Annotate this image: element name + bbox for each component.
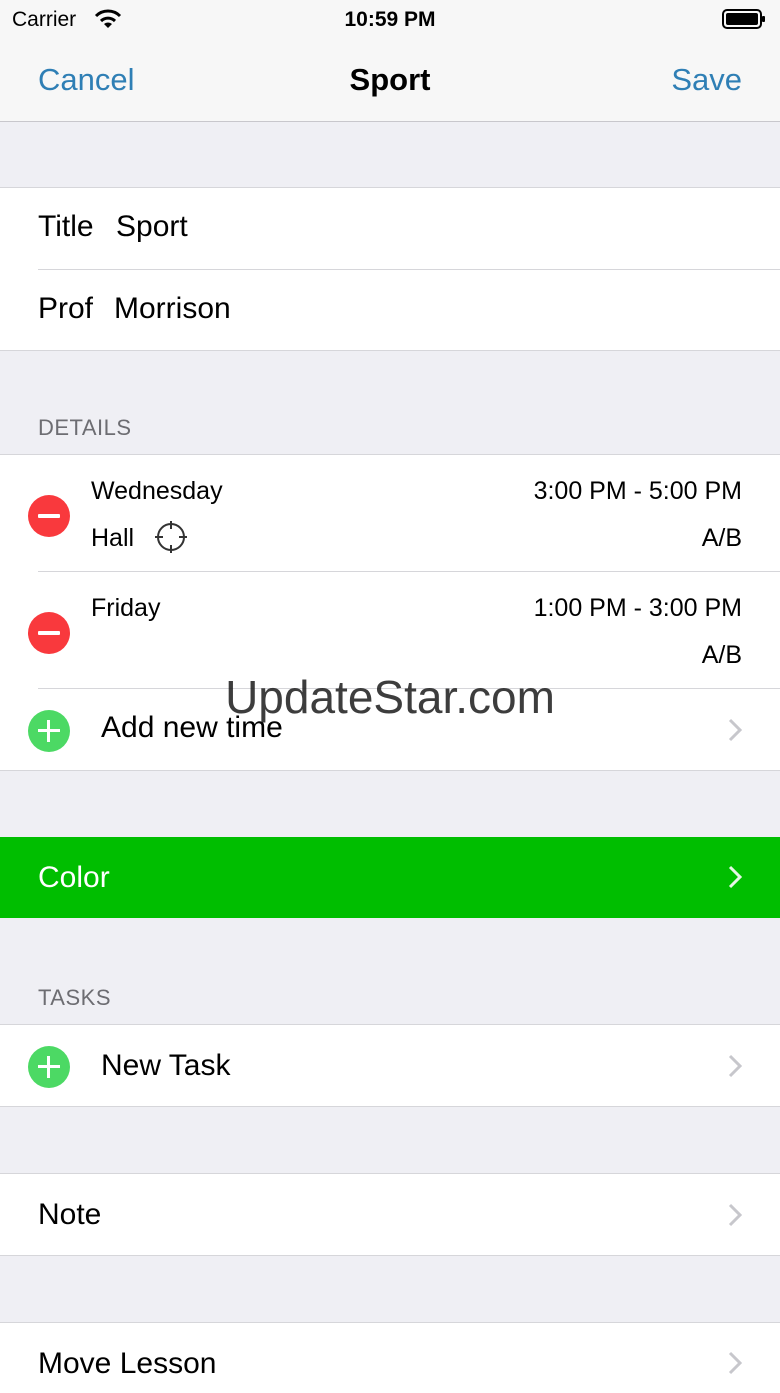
page-title: Sport (349, 62, 431, 97)
battery-icon (722, 9, 765, 29)
title-value[interactable]: Sport (116, 210, 188, 244)
prof-value[interactable]: Morrison (114, 292, 231, 326)
time-row-wednesday[interactable]: Wednesday 3:00 PM - 5:00 PM Hall A/B (0, 455, 780, 571)
title-label: Title (38, 210, 94, 243)
move-lesson-label: Move Lesson (38, 1347, 217, 1380)
remove-time-button[interactable] (28, 495, 70, 537)
color-row[interactable]: Color (0, 837, 780, 918)
note-row[interactable]: Note (0, 1174, 780, 1255)
color-label: Color (38, 861, 110, 894)
prof-field[interactable]: Prof Morrison (0, 270, 780, 350)
chevron-right-icon (728, 865, 742, 889)
time-day: Wednesday (91, 477, 223, 505)
tasks-section: New Task (0, 1024, 780, 1107)
add-new-time-row[interactable]: Add new time (0, 689, 780, 770)
add-icon (28, 1046, 70, 1088)
tasks-header: TASKS (38, 985, 112, 1010)
time-day: Friday (91, 594, 161, 622)
locate-icon[interactable] (153, 519, 189, 555)
time-week: A/B (701, 641, 742, 669)
new-task-label: New Task (101, 1049, 231, 1082)
navigation-bar: Cancel Sport Save (0, 40, 780, 122)
title-field[interactable]: Title Sport (0, 188, 780, 269)
time-row-friday[interactable]: Friday 1:00 PM - 3:00 PM A/B (0, 572, 780, 688)
status-bar: Carrier 10:59 PM (0, 0, 780, 40)
time-range: 3:00 PM - 5:00 PM (533, 477, 742, 505)
info-section: Title Sport Prof Morrison (0, 187, 780, 351)
add-icon (28, 710, 70, 752)
status-time: 10:59 PM (344, 8, 436, 31)
remove-time-button[interactable] (28, 612, 70, 654)
chevron-right-icon (728, 718, 742, 742)
add-new-time-label: Add new time (101, 711, 283, 744)
details-section: Wednesday 3:00 PM - 5:00 PM Hall A/B Fri… (0, 454, 780, 771)
time-week: A/B (701, 524, 742, 552)
prof-label: Prof (38, 292, 94, 325)
note-label: Note (38, 1198, 102, 1231)
move-section: Move Lesson (0, 1322, 780, 1393)
time-range: 1:00 PM - 3:00 PM (533, 594, 742, 622)
chevron-right-icon (728, 1054, 742, 1078)
new-task-row[interactable]: New Task (0, 1025, 780, 1106)
chevron-right-icon (728, 1203, 742, 1227)
move-lesson-row[interactable]: Move Lesson (0, 1323, 780, 1393)
time-location: Hall (91, 524, 135, 552)
chevron-right-icon (728, 1351, 742, 1375)
save-button[interactable]: Save (671, 62, 742, 98)
note-section: Note (0, 1173, 780, 1256)
details-header: DETAILS (38, 415, 132, 440)
